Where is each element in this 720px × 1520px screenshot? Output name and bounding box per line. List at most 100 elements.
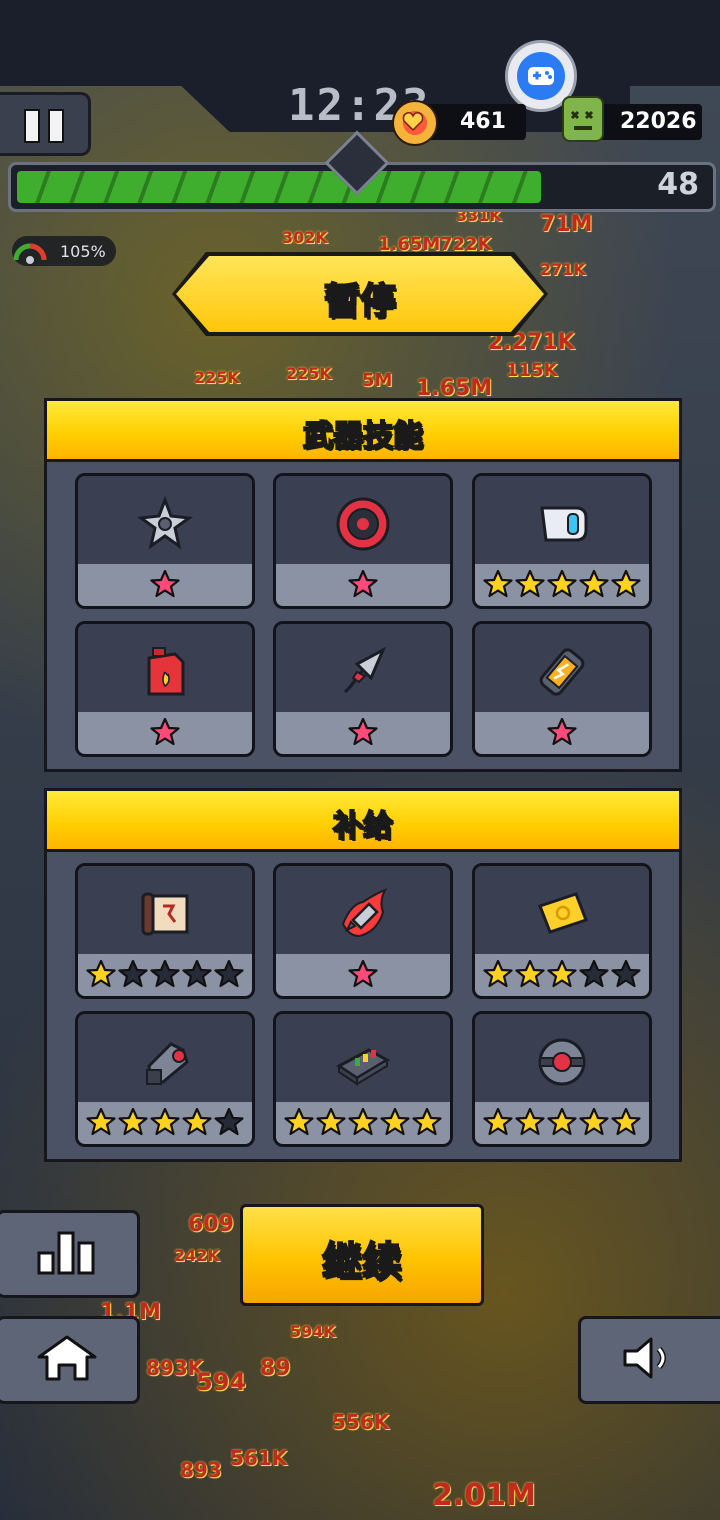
star-filled-icon [412,1107,442,1137]
flame-bullet-icon [333,884,393,944]
star-rating [78,959,252,991]
energy-canister-icon [532,642,592,702]
damage-number: 609 [188,1212,234,1237]
damage-number: 71M [540,212,593,237]
damage-number: 594K [290,1322,336,1341]
continue-button[interactable]: 继续 [240,1204,484,1306]
star-filled-icon [150,569,180,599]
pause-title: 暂停 [323,280,397,323]
star-filled-icon [611,569,641,599]
sound-button[interactable] [578,1316,720,1404]
star-filled-icon [150,1107,180,1137]
supplies-slot-scroll[interactable] [75,863,255,999]
supplies-slot-arm-cannon[interactable] [75,1011,255,1147]
weapons-slot-drone-pod[interactable] [472,473,652,609]
star-rating [475,959,649,991]
star-rating [276,569,450,601]
kill-count: 22026 [620,109,697,134]
star-rating [475,1107,649,1139]
pause-button[interactable] [0,92,91,156]
weapons-panel-title: 武器技能 [302,418,424,455]
star-filled-icon [150,717,180,747]
damage-number: 594 [196,1368,247,1396]
star-filled-icon [611,1107,641,1137]
damage-number: 722K [440,234,492,255]
star-filled-icon [86,1107,116,1137]
star-empty-icon [579,959,609,989]
star-empty-icon [214,1107,244,1137]
kill-icon [562,96,604,142]
damage-number: 1.65M [378,234,441,255]
star-rating [78,1107,252,1139]
speedometer-icon [13,243,47,266]
weapons-slot-fuel-can[interactable] [75,621,255,757]
supplies-panel: 补给 [44,788,682,1162]
kunai-icon [333,642,393,702]
home-button[interactable] [0,1316,140,1404]
arm-cannon-icon [135,1032,195,1092]
gem-icon [392,100,438,146]
gem-counter: 461 [392,100,526,146]
damage-number: 115K [506,360,558,381]
star-filled-icon [348,959,378,989]
gold-ticket-icon [532,884,592,944]
star-empty-icon [214,959,244,989]
supplies-slot-battery-pack[interactable] [273,1011,453,1147]
star-empty-icon [611,959,641,989]
star-filled-icon [86,959,116,989]
scroll-icon [135,884,195,944]
experience-fill [17,171,542,203]
weapons-slot-shuriken[interactable] [75,473,255,609]
fuel-can-icon [135,642,195,702]
supplies-panel-header: 补给 [47,791,679,852]
supplies-slot-core-orb[interactable] [472,1011,652,1147]
star-filled-icon [515,569,545,599]
top-bar [0,0,720,86]
star-filled-icon [182,1107,212,1137]
drone-pod-icon [532,494,592,554]
star-filled-icon [483,959,513,989]
damage-number: 893 [180,1458,222,1482]
star-empty-icon [182,959,212,989]
kill-counter: 22026 [562,96,702,142]
star-rating [276,717,450,749]
star-filled-icon [348,717,378,747]
star-filled-icon [316,1107,346,1137]
star-rating [276,1107,450,1139]
damage-number: 302K [282,228,328,247]
weapons-slot-kunai[interactable] [273,621,453,757]
damage-number: 225K [194,368,240,387]
star-filled-icon [483,569,513,599]
stats-button[interactable] [0,1210,140,1298]
core-orb-icon [532,1032,592,1092]
damage-number: 893K [146,1356,204,1380]
weapons-slot-red-disc[interactable] [273,473,453,609]
shuriken-icon [135,494,195,554]
stats-icon [37,1231,95,1275]
damage-number: 242K [174,1246,220,1265]
damage-number: 556K [332,1410,390,1434]
star-filled-icon [547,717,577,747]
supplies-slot-gold-ticket[interactable] [472,863,652,999]
damage-number: 2.01M [432,1478,536,1513]
star-filled-icon [483,1107,513,1137]
weapons-slot-energy-canister[interactable] [472,621,652,757]
home-icon [37,1335,97,1381]
supplies-panel-title: 补给 [332,808,394,845]
pause-banner: 暂停 [172,252,548,336]
star-filled-icon [579,569,609,599]
damage-number: 89 [260,1356,291,1381]
star-rating [276,959,450,991]
star-rating [475,569,649,601]
star-empty-icon [118,959,148,989]
weapons-panel-header: 武器技能 [47,401,679,462]
star-filled-icon [380,1107,410,1137]
star-filled-icon [118,1107,148,1137]
star-rating [78,569,252,601]
speed-indicator: 105% [12,236,116,266]
weapons-panel: 武器技能 [44,398,682,772]
battery-pack-icon [333,1032,393,1092]
star-filled-icon [579,1107,609,1137]
supplies-slot-flame-bullet[interactable] [273,863,453,999]
star-filled-icon [547,1107,577,1137]
